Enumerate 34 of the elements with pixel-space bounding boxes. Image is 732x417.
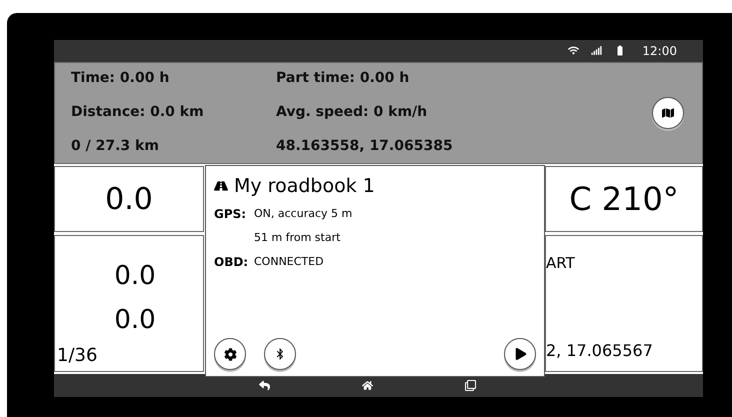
trip-value: 0.0 <box>114 260 156 294</box>
play-button[interactable] <box>504 338 536 370</box>
play-icon <box>515 348 527 360</box>
stat-label: Part time: 0.00 h <box>276 69 410 88</box>
field-label: GPS: <box>214 206 248 223</box>
trip-value: 0.0 <box>114 304 156 338</box>
page-counter: 1/36 <box>57 344 98 368</box>
settings-icon <box>224 348 236 360</box>
field-label: OBD: <box>214 254 248 270</box>
settings-button[interactable] <box>214 338 246 370</box>
wifi-icon <box>568 45 580 56</box>
field-value: 51 m from start <box>254 230 342 246</box>
field-value: CONNECTED <box>254 254 324 270</box>
field-value: ON, accuracy 5 m <box>254 206 352 222</box>
speed-value: 0.0 <box>105 180 153 219</box>
clock: 12:00 <box>642 42 677 60</box>
bluetooth-icon <box>274 348 286 360</box>
heading-value: C 210° <box>569 179 679 220</box>
map-button[interactable] <box>652 96 684 129</box>
signal-icon <box>591 45 602 56</box>
dialog-title: My roadbook 1 <box>234 174 375 198</box>
map-icon <box>662 106 674 119</box>
back-icon[interactable] <box>259 380 270 392</box>
stat-label: Distance: 0.0 km <box>71 103 205 122</box>
road-icon <box>214 179 228 193</box>
stat-label: Avg. speed: 0 km/h <box>276 103 428 122</box>
home-icon[interactable] <box>362 380 373 392</box>
waypoint-status: ART <box>546 253 576 274</box>
recent-apps-icon[interactable] <box>465 380 476 392</box>
stat-label: 48.163558, 17.065385 <box>276 137 454 156</box>
stat-label: Time: 0.00 h <box>71 69 170 88</box>
waypoint-coordinates: 2, 17.065567 <box>546 340 654 362</box>
bluetooth-button[interactable] <box>264 338 296 370</box>
stat-label: 0 / 27.3 km <box>71 137 160 156</box>
